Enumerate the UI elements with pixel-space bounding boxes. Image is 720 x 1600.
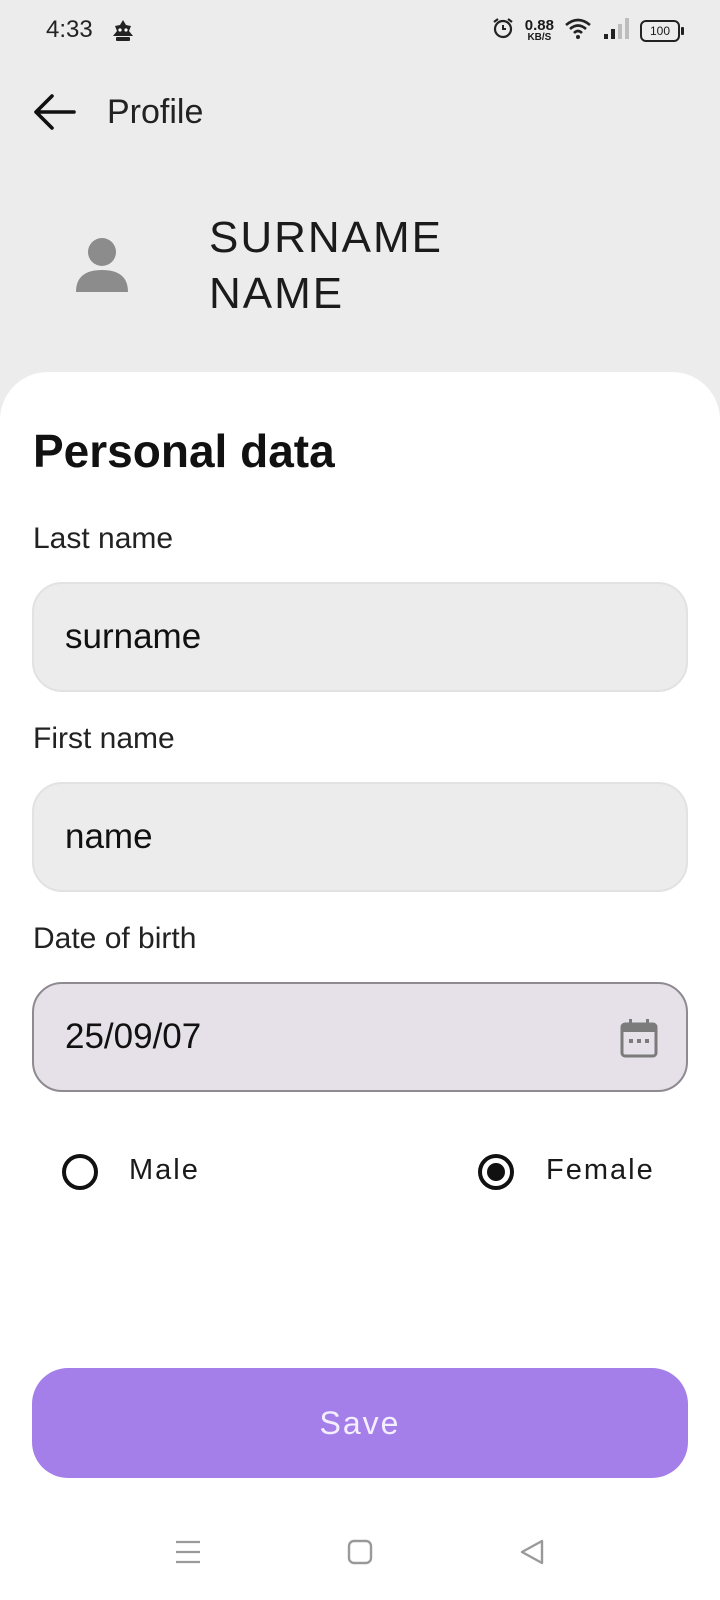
radio-male[interactable]: [62, 1154, 98, 1190]
radio-male-label[interactable]: Male: [129, 1154, 200, 1187]
back-button[interactable]: [28, 88, 80, 140]
avatar-icon: [74, 236, 130, 296]
profile-first-name: NAME: [209, 269, 345, 318]
status-time: 4:33: [46, 16, 93, 43]
date-of-birth-label: Date of birth: [33, 922, 197, 955]
page-title: Profile: [107, 93, 204, 131]
network-speed-value: 0.88: [524, 17, 554, 34]
wifi-icon: [564, 16, 592, 45]
last-name-field[interactable]: surname: [32, 582, 688, 692]
first-name-field[interactable]: name: [32, 782, 688, 892]
date-of-birth-value: 25/09/07: [65, 1017, 202, 1056]
profile-surname: SURNAME: [209, 213, 444, 262]
status-bar: 4:33 0.88 KB/S 100: [0, 0, 720, 64]
arrow-left-icon: [32, 92, 76, 137]
last-name-value: surname: [65, 617, 202, 656]
save-button-label: Save: [319, 1404, 401, 1441]
profile-name: SURNAME NAME: [209, 210, 443, 322]
nav-back-button[interactable]: [512, 1534, 552, 1574]
radio-selected-dot: [487, 1163, 505, 1181]
nav-menu-button[interactable]: [168, 1534, 208, 1574]
home-square-icon: [346, 1538, 374, 1571]
radio-female[interactable]: [478, 1154, 514, 1190]
last-name-label: Last name: [33, 522, 174, 555]
calendar-icon[interactable]: [620, 1018, 658, 1058]
save-button[interactable]: Save: [32, 1368, 688, 1478]
radio-female-label[interactable]: Female: [546, 1154, 655, 1187]
date-of-birth-field[interactable]: 25/09/07: [32, 982, 688, 1092]
signal-icon: [602, 16, 630, 45]
back-triangle-icon: [518, 1538, 546, 1571]
section-title: Personal data: [33, 425, 335, 477]
network-speed: 0.88 KB/S: [525, 18, 554, 43]
alarm-icon: [491, 16, 515, 45]
first-name-value: name: [65, 817, 153, 856]
nav-home-button[interactable]: [340, 1534, 380, 1574]
network-speed-unit: KB/S: [527, 32, 552, 43]
notification-app-icon: [110, 18, 136, 44]
menu-icon: [174, 1539, 202, 1570]
first-name-label: First name: [33, 722, 175, 755]
battery-icon: 100: [640, 19, 684, 42]
